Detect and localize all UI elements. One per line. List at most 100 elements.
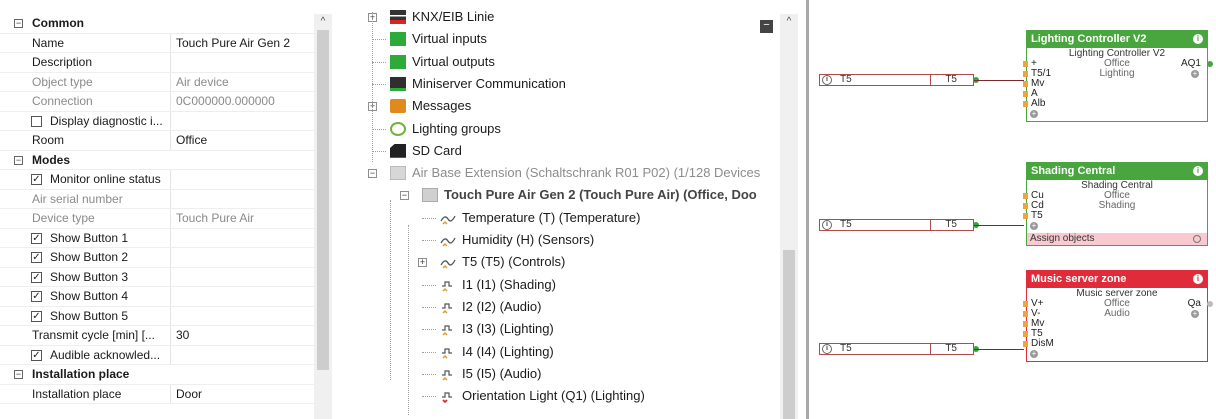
shading-central-block[interactable]: Shading Central i Shading Central Cu Off…	[1023, 162, 1208, 246]
properties-scrollbar[interactable]: ^	[314, 14, 332, 419]
collapse-icon[interactable]: −	[14, 155, 23, 165]
tree-node[interactable]: − Air Base Extension (Schaltschrank R01 P…	[368, 162, 778, 184]
tree-node[interactable]: I1 (I1) (Shading)	[368, 274, 778, 296]
tree-scrollbar[interactable]: ^	[780, 14, 798, 419]
tree-node[interactable]: I5 (I5) (Audio)	[368, 363, 778, 385]
tree-node[interactable]: I4 (I4) (Lighting)	[368, 341, 778, 363]
input-reference[interactable]: i T5 T5	[819, 343, 979, 355]
tree-node[interactable]: I2 (I2) (Audio)	[368, 296, 778, 318]
input-connector-icon[interactable]	[1023, 213, 1028, 219]
tree-node-label: I1 (I1) (Shading)	[462, 276, 556, 292]
property-category[interactable]: − Installation place	[0, 365, 314, 385]
input-connector-icon[interactable]	[1023, 81, 1028, 87]
property-row[interactable]: Air serial number	[0, 189, 314, 209]
info-icon[interactable]: i	[1193, 166, 1203, 176]
output-connector-icon[interactable]	[1207, 301, 1213, 307]
checkbox[interactable]	[31, 115, 42, 127]
collapse-icon[interactable]: −	[368, 169, 377, 179]
tree-node[interactable]: Miniserver Communication	[368, 73, 778, 95]
property-name: Audible acknowled...	[50, 347, 161, 362]
checkbox[interactable]: ✓	[31, 291, 42, 302]
property-category[interactable]: − Common	[0, 14, 314, 34]
tree-node[interactable]: Orientation Light (Q1) (Lighting)	[368, 385, 778, 407]
tree-node[interactable]: SD Card	[368, 140, 778, 162]
add-input-icon[interactable]: +	[1030, 110, 1038, 118]
input-connector-icon[interactable]	[1023, 321, 1028, 327]
input-connector-icon[interactable]	[1023, 101, 1028, 107]
lighting-groups-icon	[390, 121, 406, 136]
scroll-up-icon[interactable]: ^	[314, 14, 332, 30]
tree-node[interactable]: + T5 (T5) (Controls)	[368, 251, 778, 273]
property-row[interactable]: ✓ Show Button 3	[0, 267, 314, 287]
property-value[interactable]: Office	[176, 131, 314, 150]
tree-node[interactable]: + KNX/EIB Linie	[368, 6, 778, 28]
checkbox[interactable]: ✓	[31, 349, 42, 361]
add-input-icon[interactable]: +	[1030, 222, 1038, 230]
add-output-icon[interactable]: +	[1191, 310, 1199, 318]
assign-objects-icon[interactable]	[1193, 235, 1201, 243]
property-row[interactable]: Transmit cycle [min] [... 30	[0, 326, 314, 346]
info-icon[interactable]: i	[1193, 34, 1203, 44]
info-icon[interactable]: i	[1193, 274, 1203, 284]
input-connector-icon[interactable]	[1023, 341, 1028, 347]
tree-node[interactable]: Virtual outputs	[368, 51, 778, 73]
property-name: Show Button 3	[50, 269, 129, 284]
property-value[interactable]: 30	[176, 326, 314, 345]
tree-node[interactable]: I3 (I3) (Lighting)	[368, 318, 778, 340]
property-row[interactable]: ✓ Show Button 5	[0, 306, 314, 326]
tree-node[interactable]: Lighting groups	[368, 118, 778, 140]
collapse-icon[interactable]: −	[400, 191, 409, 201]
checkbox[interactable]: ✓	[31, 310, 42, 322]
expand-icon[interactable]: +	[418, 258, 427, 268]
column-divider	[170, 72, 171, 91]
tree-node-label: Lighting groups	[412, 120, 501, 136]
property-row[interactable]: ✓ Show Button 1	[0, 228, 314, 248]
property-row[interactable]: Connection 0C000000.000000	[0, 92, 314, 112]
property-row[interactable]: ✓ Monitor online status	[0, 170, 314, 190]
ref-label-right: T5	[945, 219, 957, 230]
input-connector-icon[interactable]	[1023, 331, 1028, 337]
input-reference[interactable]: i T5 T5	[819, 74, 979, 86]
input-connector-icon[interactable]	[1023, 91, 1028, 97]
scroll-up-icon[interactable]: ^	[780, 14, 798, 30]
tree-node[interactable]: Virtual inputs	[368, 28, 778, 50]
checkbox[interactable]: ✓	[31, 252, 42, 263]
properties-scroll-thumb[interactable]	[317, 30, 329, 370]
property-value[interactable]: Touch Pure Air Gen 2	[176, 34, 314, 53]
checkbox[interactable]: ✓	[31, 232, 42, 244]
music-server-zone-block[interactable]: Music server zone i Music server zone V+…	[1023, 270, 1213, 362]
tree-node[interactable]: Humidity (H) (Sensors)	[368, 229, 778, 251]
tree-scroll-thumb[interactable]	[783, 250, 795, 419]
collapse-icon[interactable]: −	[14, 19, 23, 28]
property-row[interactable]: Installation place Door	[0, 384, 314, 404]
ref-label: T5	[840, 219, 852, 230]
tree-node[interactable]: Temperature (T) (Temperature)	[368, 207, 778, 229]
tree-node-label: Humidity (H) (Sensors)	[462, 232, 595, 247]
property-row[interactable]: Room Office	[0, 131, 314, 151]
checkbox[interactable]: ✓	[31, 271, 42, 283]
property-row[interactable]: Name Touch Pure Air Gen 2	[0, 33, 314, 53]
input-reference[interactable]: i T5 T5	[819, 219, 979, 231]
collapse-icon[interactable]: −	[14, 370, 23, 379]
lighting-controller-block[interactable]: Lighting Controller V2 i Lighting Contro…	[1023, 30, 1213, 122]
tree-node[interactable]: − Touch Pure Air Gen 2 (Touch Pure Air) (…	[368, 184, 778, 206]
checkbox[interactable]: ✓	[31, 174, 42, 185]
property-value[interactable]: Door	[176, 385, 314, 404]
add-input-icon[interactable]: +	[1030, 350, 1038, 358]
output-connector-icon[interactable]	[1207, 61, 1213, 67]
property-row[interactable]: Description	[0, 53, 314, 73]
property-row[interactable]: ✓ Audible acknowled...	[0, 345, 314, 365]
property-row[interactable]: Object type Air device	[0, 72, 314, 92]
property-row[interactable]: ✓ Show Button 2	[0, 248, 314, 268]
logic-canvas[interactable]: i T5 T5 i T5 T5 i T5 T5 Lighting Control…	[809, 0, 1216, 419]
tree-node[interactable]: + Messages	[368, 95, 778, 117]
add-output-icon[interactable]: +	[1191, 70, 1199, 78]
tree-node-label: Touch Pure Air Gen 2 (Touch Pure Air) (O…	[444, 187, 757, 203]
collapse-all-button[interactable]: −	[760, 20, 773, 33]
property-category[interactable]: − Modes	[0, 151, 314, 170]
tree-guide-line	[372, 12, 373, 162]
property-row[interactable]: ✓ Show Button 4	[0, 287, 314, 307]
property-row[interactable]: Display diagnostic i...	[0, 111, 314, 131]
property-row[interactable]: Device type Touch Pure Air	[0, 209, 314, 229]
assign-objects-button[interactable]: Assign objects	[1027, 233, 1207, 245]
